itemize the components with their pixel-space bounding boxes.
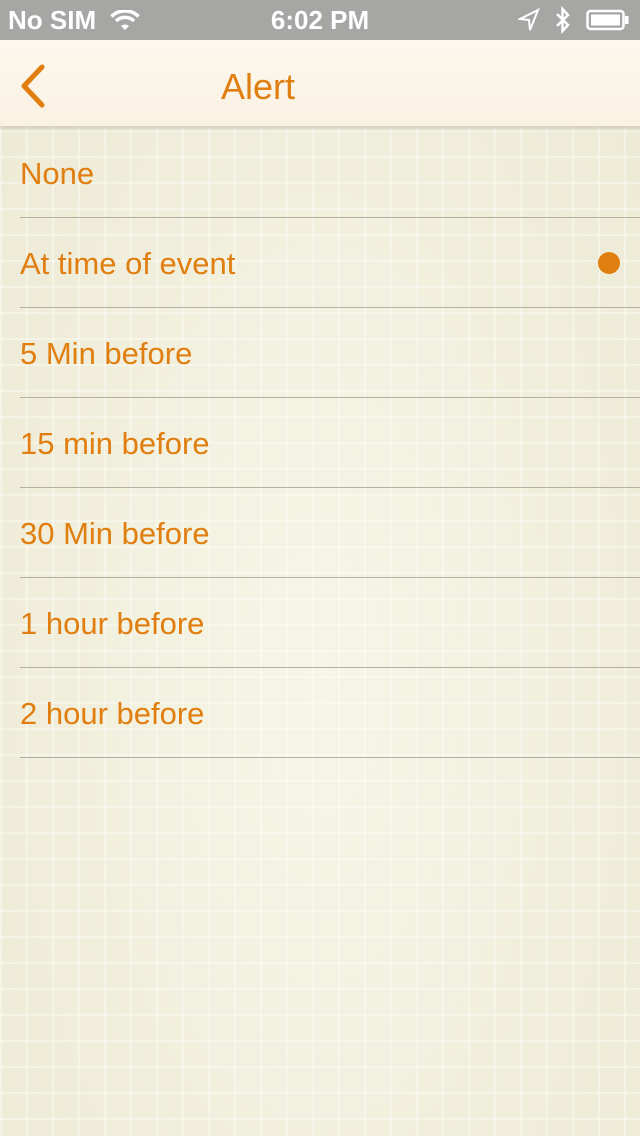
location-arrow-icon xyxy=(518,8,540,32)
status-right-icons xyxy=(504,6,630,34)
chevron-left-icon xyxy=(21,64,45,108)
back-button[interactable] xyxy=(14,60,64,110)
alert-option-15-min-before[interactable]: 15 min before xyxy=(20,398,640,488)
list-item-label: 30 Min before xyxy=(20,516,210,551)
alert-option-none[interactable]: None xyxy=(20,128,640,218)
list-item-label: None xyxy=(20,156,95,191)
page-title: Alert xyxy=(221,66,296,107)
list-item-label: 15 min before xyxy=(20,426,210,461)
selected-indicator-icon xyxy=(598,252,620,274)
list-item-label: 1 hour before xyxy=(20,606,205,641)
alert-option-5-min-before[interactable]: 5 Min before xyxy=(20,308,640,398)
list-item-label: 2 hour before xyxy=(20,696,205,731)
navigation-bar: Alert xyxy=(0,40,640,127)
alert-option-at-time-of-event[interactable]: At time of event xyxy=(20,218,640,308)
bluetooth-icon xyxy=(554,6,572,34)
alert-option-1-hour-before[interactable]: 1 hour before xyxy=(20,578,640,668)
alert-options-list: None At time of event 5 Min before 15 mi… xyxy=(0,128,640,758)
battery-icon xyxy=(586,9,630,31)
list-item-label: At time of event xyxy=(20,246,236,281)
alert-option-30-min-before[interactable]: 30 Min before xyxy=(20,488,640,578)
status-bar: No SIM 6:02 PM xyxy=(0,0,640,40)
list-item-label: 5 Min before xyxy=(20,336,193,371)
alert-option-2-hour-before[interactable]: 2 hour before xyxy=(20,668,640,758)
